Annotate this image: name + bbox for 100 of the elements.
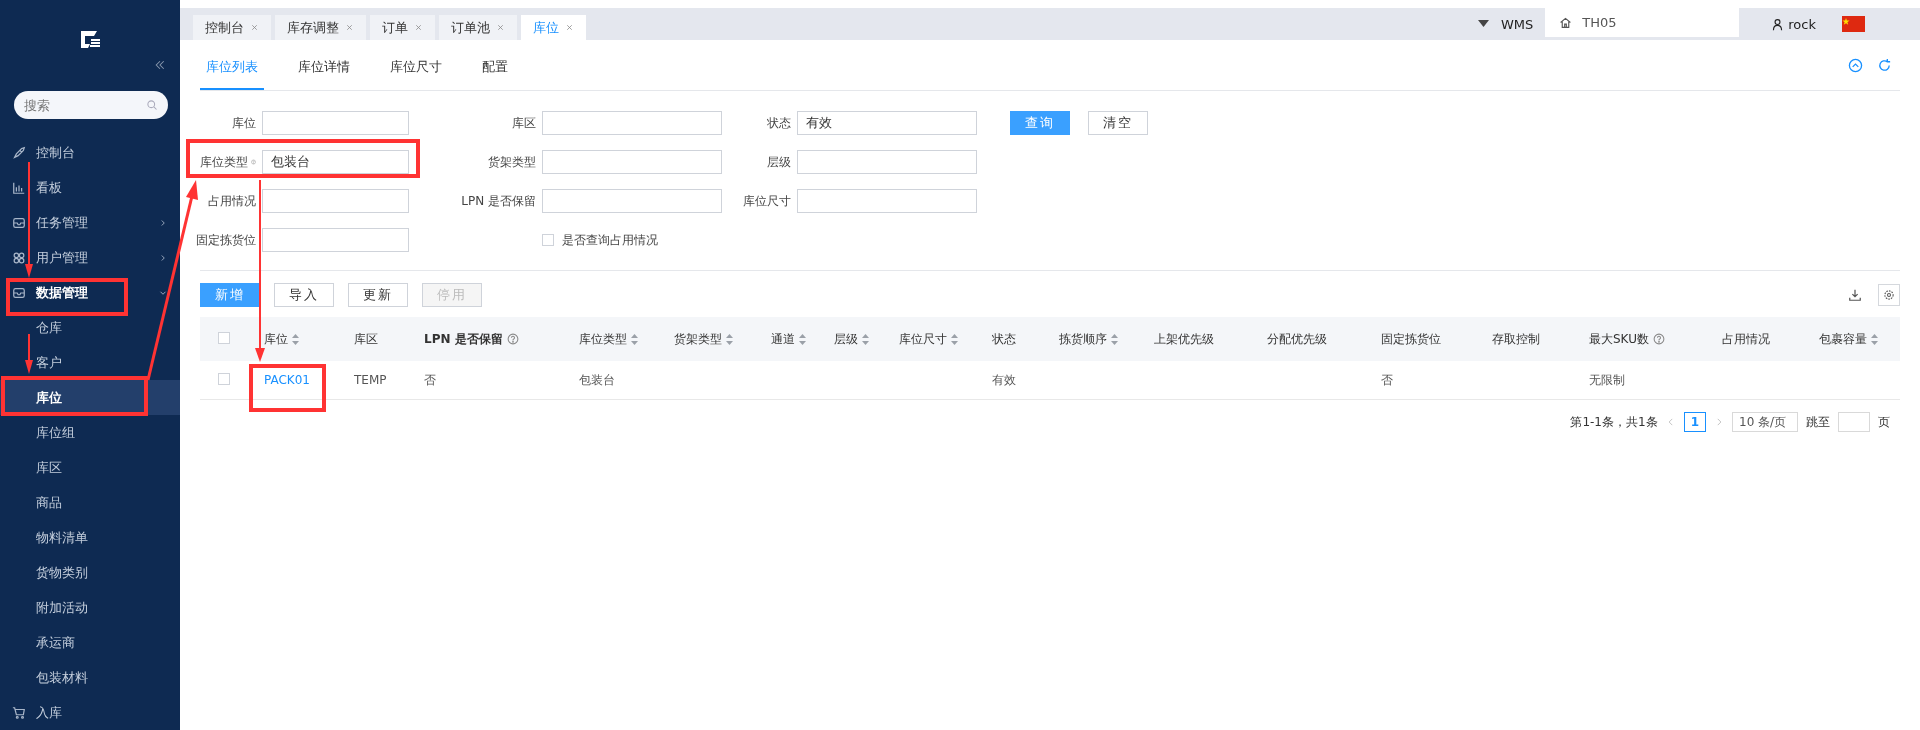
caret-icon[interactable] <box>1477 20 1489 28</box>
tab[interactable]: 库位详情 <box>292 57 356 90</box>
field-label: 库区 <box>512 114 536 132</box>
bar-chart-icon <box>12 180 26 195</box>
filter-button[interactable]: 清空 <box>1088 111 1148 135</box>
toolbar-button[interactable]: 导入 <box>274 283 334 307</box>
tab[interactable]: 库存调整 <box>275 15 366 40</box>
field-label: 库位尺寸 <box>743 192 791 210</box>
menu-item[interactable]: 看板 <box>0 170 180 205</box>
collapse-icon <box>154 59 166 71</box>
menu-item[interactable]: 包装材料 <box>0 660 180 695</box>
field-label: 固定拣货位 <box>196 231 256 249</box>
home-icon <box>1559 16 1573 29</box>
page-input[interactable] <box>1838 412 1870 432</box>
input-field[interactable] <box>542 189 722 213</box>
field-label: 库位类型 <box>200 153 248 171</box>
search-field[interactable]: 搜索 <box>14 91 168 119</box>
menu-item[interactable]: 商品 <box>0 485 180 520</box>
sort-icon[interactable] <box>292 333 299 345</box>
collapse-up-icon <box>1848 57 1863 73</box>
close-icon <box>250 23 259 32</box>
column-header: 分配优先级 <box>1267 330 1327 348</box>
close-icon <box>496 23 505 32</box>
column-header: 库区 <box>354 330 378 348</box>
table-cell: 无限制 <box>1589 372 1625 387</box>
menu-item[interactable]: 承运商 <box>0 625 180 660</box>
tab[interactable]: 库位尺寸 <box>384 57 448 90</box>
tab[interactable]: 订单池 <box>439 15 517 40</box>
checkbox[interactable] <box>218 331 230 344</box>
input-field[interactable] <box>797 189 977 213</box>
checkbox-label: 是否查询占用情况 <box>562 231 658 249</box>
toolbar-button[interactable]: 更新 <box>348 283 408 307</box>
menu-item[interactable]: 库位组 <box>0 415 180 450</box>
input-field[interactable] <box>262 228 409 252</box>
column-header: 货架类型 <box>674 330 722 348</box>
column-header: 固定拣货位 <box>1381 330 1441 348</box>
pagination-summary: 第1-1条，共1条 <box>1570 413 1658 431</box>
page-label: 页 <box>1878 413 1890 431</box>
menu-item[interactable]: 库区 <box>0 450 180 485</box>
checkbox[interactable] <box>218 372 230 385</box>
input-field[interactable] <box>542 111 722 135</box>
input-field[interactable]: 包装台 <box>262 150 409 174</box>
sort-icon[interactable] <box>862 333 869 345</box>
jump-label: 跳至 <box>1806 413 1830 431</box>
refresh-icon <box>1877 57 1892 73</box>
field-label: 库位 <box>232 114 256 132</box>
table-cell: 包装台 <box>579 372 615 387</box>
user-name[interactable]: rock <box>1788 16 1816 32</box>
flag-icon[interactable] <box>1842 16 1865 32</box>
menu-item[interactable]: 仓库 <box>0 310 180 345</box>
sort-icon[interactable] <box>1871 333 1878 345</box>
column-header: LPN 是否保留 <box>424 330 503 348</box>
close-icon <box>565 23 574 32</box>
field-label: 货架类型 <box>488 153 536 171</box>
menu-item[interactable]: 货物类别 <box>0 555 180 590</box>
input-field[interactable] <box>262 189 409 213</box>
column-header: 库位 <box>264 330 288 348</box>
menu-item[interactable]: 用户管理 <box>0 240 180 275</box>
input-field[interactable] <box>542 150 722 174</box>
input-field[interactable] <box>262 111 409 135</box>
tab[interactable]: 订单 <box>370 15 435 40</box>
field-label: 层级 <box>767 153 791 171</box>
inbox-icon <box>12 285 26 300</box>
checkbox[interactable] <box>542 234 554 246</box>
field-label: 状态 <box>767 114 791 132</box>
close-icon <box>345 23 354 32</box>
tab[interactable]: 配置 <box>476 57 514 90</box>
sort-icon[interactable] <box>799 333 806 345</box>
sort-icon[interactable] <box>726 333 733 345</box>
column-header: 状态 <box>992 330 1016 348</box>
page-size-select[interactable]: 10 条/页 <box>1732 412 1798 432</box>
input-field[interactable]: 有效 <box>797 111 977 135</box>
table-row[interactable]: PACK01 TEMP 否 包装台 有效 否 无限制 <box>200 361 1900 400</box>
close-icon <box>414 23 423 32</box>
table-cell: 否 <box>424 372 436 387</box>
warehouse-field[interactable]: TH05 <box>1545 8 1740 37</box>
tab[interactable]: 控制台 <box>193 15 271 40</box>
menu-item[interactable]: 附加活动 <box>0 590 180 625</box>
menu-item[interactable]: 数据管理 <box>0 275 180 310</box>
download-icon <box>1848 288 1862 302</box>
column-header: 最大SKU数 <box>1589 330 1649 348</box>
sort-icon[interactable] <box>631 333 638 345</box>
rocket-icon <box>12 145 26 160</box>
column-header: 通道 <box>771 330 795 348</box>
column-header: 存取控制 <box>1492 330 1540 348</box>
menu-item[interactable]: 任务管理 <box>0 205 180 240</box>
annotation-arrow <box>25 333 33 374</box>
menu-item[interactable]: 入库 <box>0 695 180 730</box>
system-label[interactable]: WMS <box>1500 16 1534 32</box>
menu-item[interactable]: 物料清单 <box>0 520 180 555</box>
column-header: 库位类型 <box>579 330 627 348</box>
menu-item[interactable]: 控制台 <box>0 135 180 170</box>
menu-item[interactable]: 客户 <box>0 345 180 380</box>
inbox-icon <box>12 215 26 230</box>
column-header: 库位尺寸 <box>899 330 947 348</box>
column-header: 上架优先级 <box>1154 330 1214 348</box>
sort-icon[interactable] <box>1111 333 1118 345</box>
input-field[interactable] <box>797 150 977 174</box>
sort-icon[interactable] <box>951 333 958 345</box>
users-icon <box>12 250 26 265</box>
